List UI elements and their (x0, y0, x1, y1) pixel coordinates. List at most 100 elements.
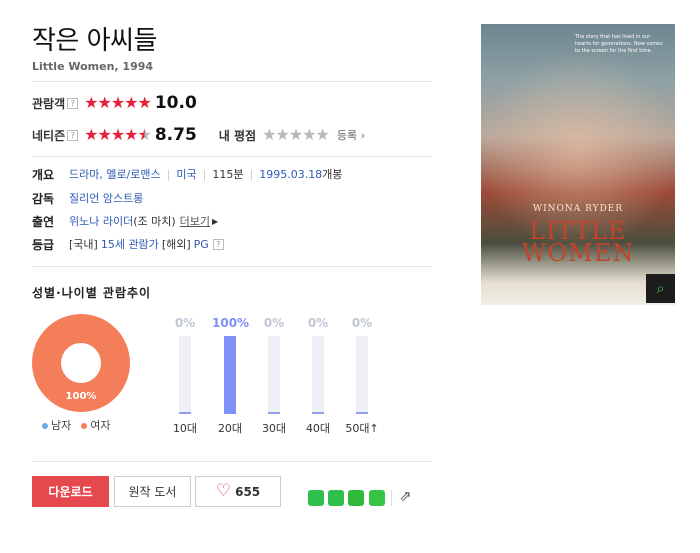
age-bar-percent: 0% (307, 316, 329, 330)
magnifier-icon[interactable]: ⌕ (646, 274, 675, 303)
age-bar-track (224, 336, 236, 414)
band-share-icon[interactable] (348, 490, 364, 506)
cast-label: 출연 (32, 214, 55, 229)
my-rating-stars[interactable]: ★ ★ ★ ★ ★ (262, 127, 330, 143)
star-icon: ★ (110, 125, 125, 144)
age-bar-group: 0% 30대 (256, 316, 292, 436)
audience-rating: 관람객 ? ★ ★ ★ ★ ★ 10.0 (32, 92, 197, 114)
divider (391, 490, 392, 506)
age-bar-track (268, 336, 280, 414)
age-bar-label: 40대 (305, 422, 331, 435)
star-icon: ★ (137, 93, 152, 112)
legend-female: 여자 (81, 417, 111, 433)
age-bar-label: 20대 (217, 422, 243, 435)
legend-male: 남자 (42, 417, 71, 433)
cast-link[interactable]: 위노나 라이더 (69, 213, 133, 229)
register-rating-link[interactable]: 등록 › (337, 127, 365, 143)
like-button[interactable]: ♡ 655 (195, 476, 281, 507)
star-outline-icon[interactable]: ★ (275, 127, 289, 143)
line-share-icon[interactable] (308, 490, 324, 506)
half-star-icon: ★ (137, 125, 152, 144)
legend-male-label: 남자 (51, 419, 72, 432)
caret-right-icon: ▶ (212, 216, 219, 226)
male-dot-icon (42, 423, 48, 429)
release-date-link[interactable]: 1995.03.18 (259, 168, 322, 181)
release-suffix: 개봉 (322, 168, 343, 181)
note-share-icon[interactable] (369, 490, 385, 506)
poster-star-name: WINONA RYDER (532, 204, 624, 214)
help-icon[interactable]: ? (212, 238, 224, 250)
help-icon[interactable]: ? (67, 129, 79, 141)
star-icon: ★ (124, 93, 138, 112)
star-icon: ★ (97, 125, 111, 144)
grade-domestic-link[interactable]: 15세 관람가 (101, 236, 159, 252)
demographics-title: 성별·나이별 관람추이 (32, 286, 152, 300)
age-bar-label: 10대 (172, 422, 198, 435)
info-cast: 출연 위노나 라이더 (조 마치) 더보기 ▶ (32, 213, 218, 229)
poster-tagline: The story that has lived in our hearts f… (575, 34, 663, 54)
download-button[interactable]: 다운로드 (32, 476, 109, 507)
original-book-button[interactable]: 원작 도서 (114, 476, 191, 507)
age-bar (268, 412, 280, 414)
movie-title: 작은 아씨들 (32, 26, 157, 56)
divider (32, 266, 432, 267)
cast-role: (조 마치) (133, 215, 176, 228)
age-bar (356, 412, 368, 414)
grade-label: 등급 (32, 237, 55, 252)
like-count: 655 (235, 484, 261, 499)
info-grade: 등급 [국내] 15세 관람가 [해외] PG ? (32, 236, 224, 252)
cast-more-link[interactable]: 더보기 (180, 213, 210, 229)
divider (32, 156, 432, 157)
director-link[interactable]: 질리언 암스트롱 (69, 190, 143, 206)
divider (32, 81, 432, 82)
age-bar-label: 30대 (261, 422, 287, 435)
info-overview: 개요 드라마, 멜로/로맨스 | 미국 | 115분 | 1995.03.18 … (32, 166, 342, 182)
star-outline-icon[interactable]: ★ (262, 127, 276, 143)
share-arrow-icon[interactable]: ⇗ (399, 487, 412, 505)
age-bar (312, 412, 324, 414)
star-icon: ★ (124, 125, 138, 144)
star-icon: ★ (97, 93, 111, 112)
chevron-right-icon: › (357, 129, 365, 142)
netizen-stars: ★ ★ ★ ★ ★ (84, 125, 152, 144)
register-label: 등록 (336, 129, 358, 142)
star-icon: ★ (84, 125, 98, 144)
age-bar-group: 0% 50대↑ (344, 316, 380, 436)
netizen-rating-label: 네티즌 (32, 128, 66, 143)
pie-hole (61, 343, 101, 383)
separator: | (166, 167, 171, 181)
star-outline-icon[interactable]: ★ (302, 127, 316, 143)
help-icon[interactable]: ? (67, 97, 79, 109)
age-bar-track (356, 336, 368, 414)
gender-pie-chart: 100% (32, 314, 130, 412)
grade-foreign-link[interactable]: PG (194, 238, 209, 251)
age-bar-track (179, 336, 191, 414)
kakaotalk-share-icon[interactable] (328, 490, 344, 506)
star-icon: ★ (110, 93, 125, 112)
gender-legend: 남자 여자 (42, 417, 111, 433)
separator: | (202, 167, 207, 181)
star-icon: ★ (84, 93, 98, 112)
my-rating-label: 내 평점 (218, 128, 257, 143)
country-link[interactable]: 미국 (176, 166, 196, 182)
audience-score: 10.0 (154, 93, 197, 113)
genre-link[interactable]: 드라마, 멜로/로맨스 (69, 166, 161, 182)
grade-foreign-prefix: [해외] (161, 238, 191, 251)
age-bar (179, 412, 191, 414)
info-director: 감독 질리언 암스트롱 (32, 190, 143, 206)
movie-poster[interactable]: The story that has lived in our hearts f… (481, 24, 675, 305)
netizen-rating: 네티즌 ? ★ ★ ★ ★ ★ 8.75 내 평점 ★ ★ ★ ★ ★ 등록 › (32, 124, 365, 146)
separator: | (249, 167, 254, 181)
heart-icon: ♡ (215, 481, 232, 501)
legend-female-label: 여자 (90, 419, 111, 432)
age-bar-label: 50대↑ (345, 422, 379, 435)
divider (32, 461, 432, 462)
age-bar-group: 0% 40대 (300, 316, 336, 436)
pie-percent-label: 100% (65, 391, 97, 402)
age-bar-group: 0% 10대 (167, 316, 203, 436)
age-bar-percent: 0% (174, 316, 196, 330)
age-bar (224, 336, 236, 414)
star-outline-icon[interactable]: ★ (289, 127, 303, 143)
runtime: 115분 (212, 168, 244, 181)
star-outline-icon[interactable]: ★ (315, 127, 329, 143)
